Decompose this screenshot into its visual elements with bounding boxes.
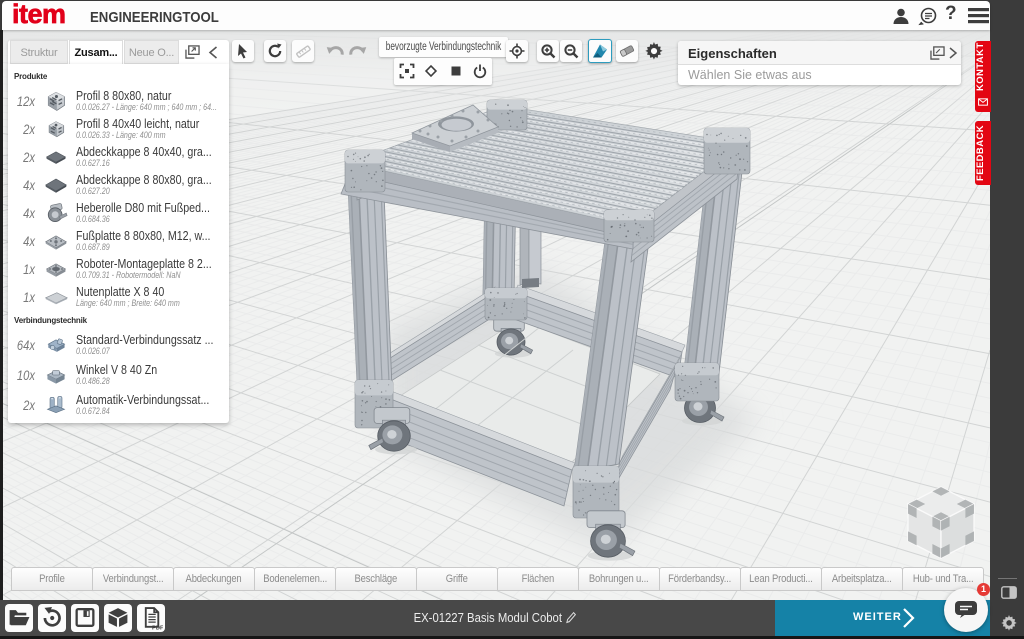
svg-text:PDF: PDF [152, 625, 163, 630]
